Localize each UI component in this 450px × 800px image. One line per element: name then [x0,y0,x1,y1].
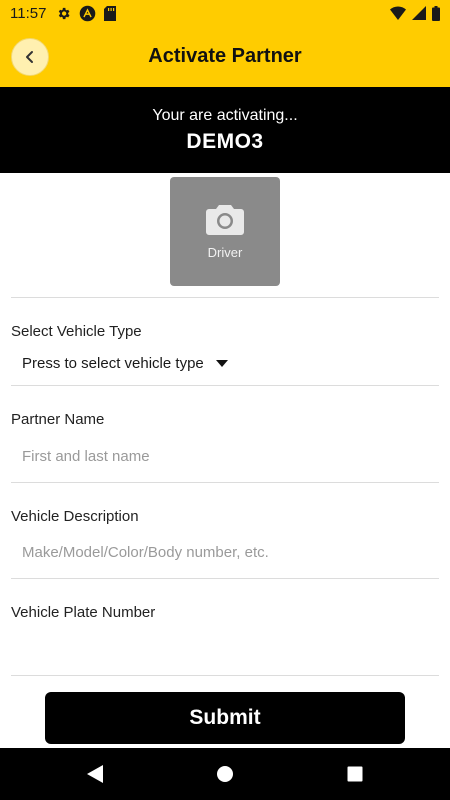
submit-button[interactable]: Submit [45,692,405,744]
nav-back-button[interactable] [30,765,160,783]
status-time: 11:57 [10,4,47,22]
partner-code: DEMO3 [186,130,264,153]
divider [11,482,439,483]
divider [11,675,439,676]
photo-label: Driver [207,245,243,260]
plate-number-input[interactable] [22,640,422,660]
camera-icon [206,203,244,235]
status-bar: 11:57 [0,0,450,26]
system-nav-bar [0,748,450,800]
partner-name-input[interactable]: First and last name [22,448,150,465]
caret-down-icon [215,360,228,367]
nav-home-button[interactable] [160,765,290,783]
page-title: Activate Partner [148,45,302,67]
chevron-left-icon [23,50,37,64]
back-triangle-icon [87,765,103,783]
back-button[interactable] [11,38,49,76]
banner-subtitle: Your are activating... [152,107,298,124]
plate-number-label: Vehicle Plate Number [11,604,156,621]
battery-icon [432,5,440,21]
divider [11,385,439,386]
vehicle-description-label: Vehicle Description [11,508,139,525]
divider [11,297,439,298]
vehicle-description-input[interactable]: Make/Model/Color/Body number, etc. [22,544,269,561]
partner-name-label: Partner Name [11,411,105,428]
sd-card-icon [104,5,117,21]
settings-icon [56,6,71,21]
recents-square-icon [347,766,363,782]
vehicle-type-select[interactable]: Press to select vehicle type [22,355,228,372]
app-bar: Activate Partner [0,26,450,87]
divider [11,578,439,579]
signal-icon [412,6,426,20]
driver-photo-button[interactable]: Driver [170,177,280,286]
vehicle-type-value: Press to select vehicle type [22,355,204,372]
activation-banner: Your are activating... DEMO3 [0,87,450,173]
nav-recents-button[interactable] [290,766,420,782]
vehicle-type-label: Select Vehicle Type [11,323,142,340]
home-circle-icon [216,765,234,783]
wifi-icon [390,6,406,20]
app-a-icon [79,5,96,22]
